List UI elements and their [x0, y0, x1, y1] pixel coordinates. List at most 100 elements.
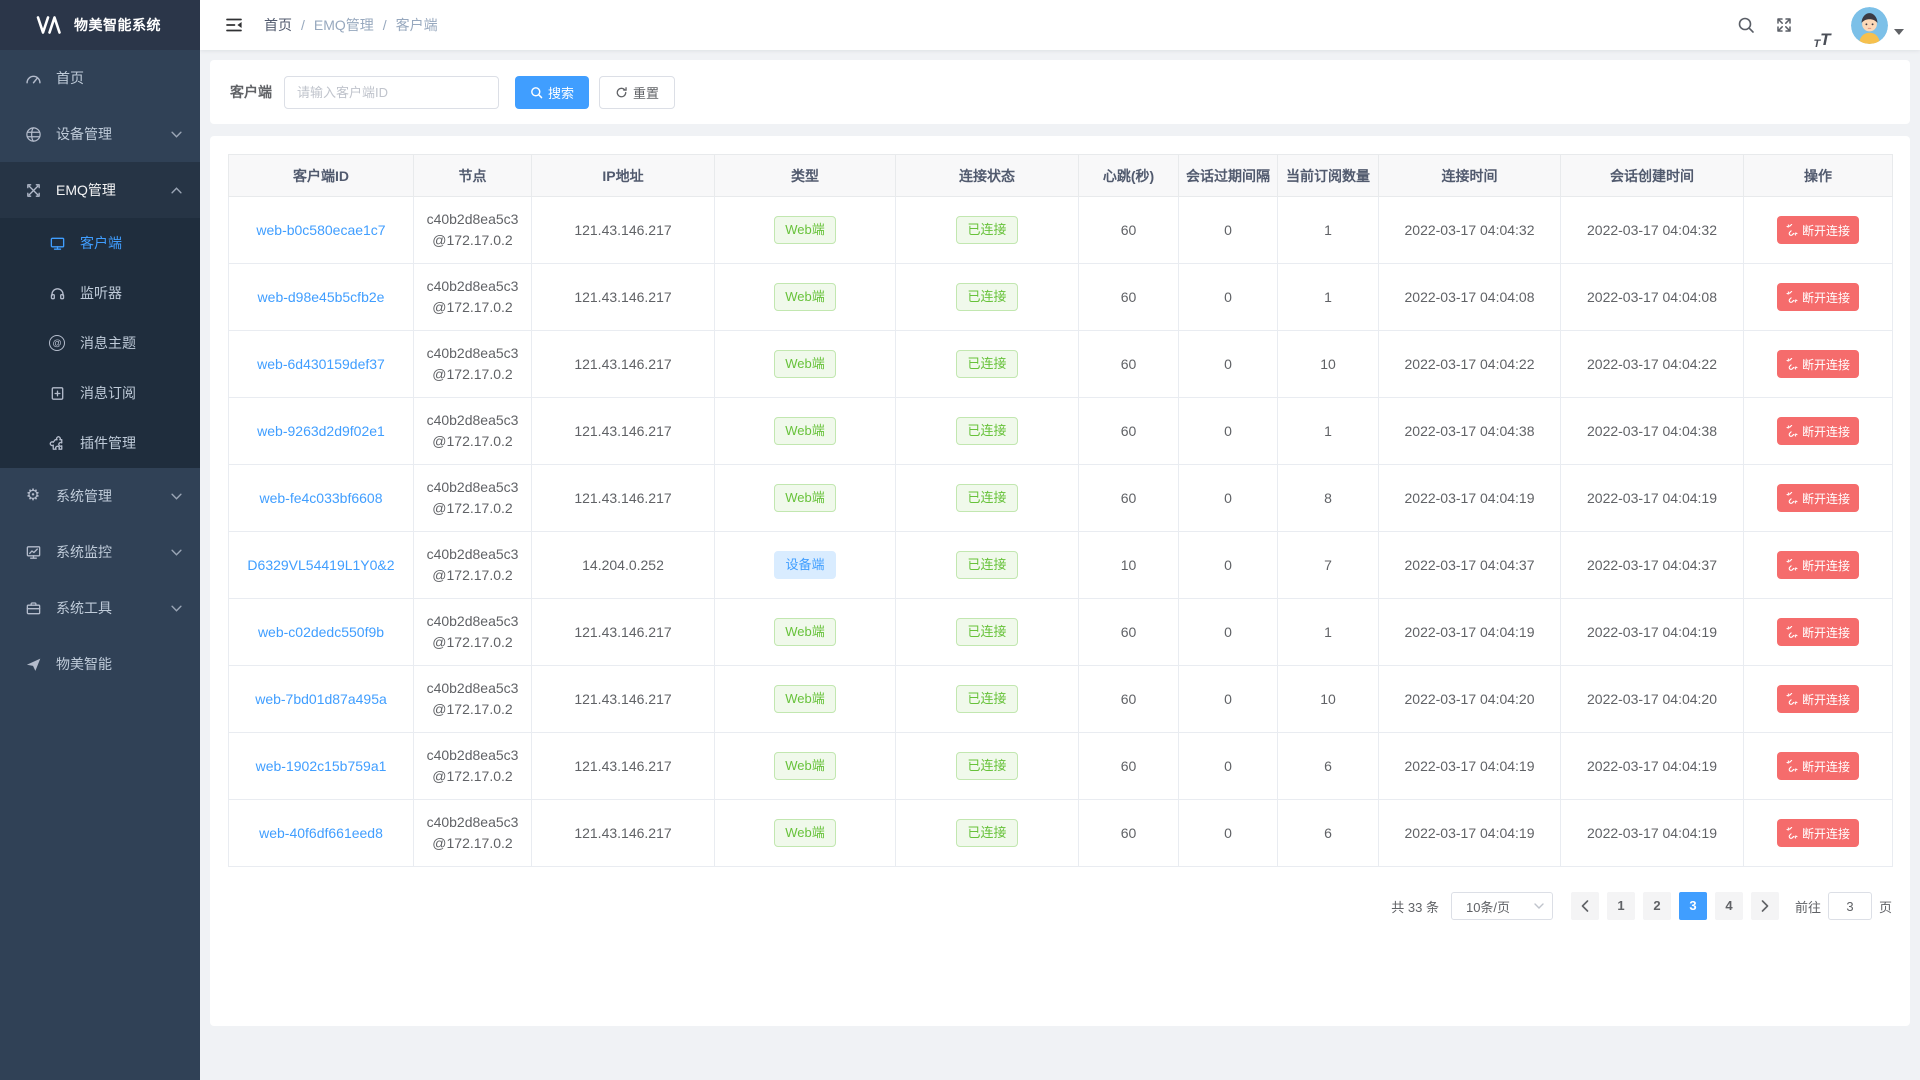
- breadcrumb-current: 客户端: [396, 15, 438, 35]
- ip-cell: 121.43.146.217: [532, 331, 715, 398]
- session-create-time-cell: 2022-03-17 04:04:38: [1561, 398, 1744, 465]
- sidebar-item-system-monitor[interactable]: 系统监控: [0, 524, 200, 580]
- type-tag: Web端: [774, 819, 836, 847]
- client-monitor-icon: [48, 234, 66, 252]
- table-row: web-7bd01d87a495a c40b2d8ea5c3 @172.17.0…: [229, 666, 1893, 733]
- disconnect-button[interactable]: 断开连接: [1777, 283, 1859, 311]
- ip-cell: 121.43.146.217: [532, 264, 715, 331]
- disconnect-button[interactable]: 断开连接: [1777, 484, 1859, 512]
- type-tag: Web端: [774, 752, 836, 780]
- disconnect-button[interactable]: 断开连接: [1777, 350, 1859, 378]
- node-name: c40b2d8ea5c3: [420, 611, 525, 632]
- app-logo: 物美智能系统: [0, 0, 200, 50]
- subscriptions-cell: 1: [1278, 197, 1379, 264]
- connect-time-cell: 2022-03-17 04:04:22: [1379, 331, 1561, 398]
- sidebar-collapse-icon[interactable]: [216, 7, 252, 43]
- sidebar-item-system-management[interactable]: ⚙ 系统管理: [0, 468, 200, 524]
- avatar[interactable]: [1851, 7, 1888, 44]
- chevron-down-icon: [171, 131, 182, 138]
- reset-button[interactable]: 重置: [599, 76, 675, 109]
- sidebar-item-label: 消息订阅: [80, 383, 136, 403]
- client-id-link[interactable]: web-b0c580ecae1c7: [256, 222, 385, 238]
- heartbeat-cell: 60: [1079, 264, 1179, 331]
- fullscreen-icon[interactable]: [1765, 0, 1803, 50]
- client-id-link[interactable]: web-7bd01d87a495a: [255, 691, 387, 707]
- ip-cell: 121.43.146.217: [532, 465, 715, 532]
- session-create-time-cell: 2022-03-17 04:04:22: [1561, 331, 1744, 398]
- table-row: web-b0c580ecae1c7 c40b2d8ea5c3 @172.17.0…: [229, 197, 1893, 264]
- user-menu[interactable]: [1851, 7, 1904, 44]
- sidebar-item-system-tools[interactable]: 系统工具: [0, 580, 200, 636]
- client-id-link[interactable]: web-d98e45b5cfb2e: [258, 289, 385, 305]
- sidebar-item-plugin-management[interactable]: 插件管理: [0, 418, 200, 468]
- session-expiry-cell: 0: [1179, 733, 1278, 800]
- client-id-link[interactable]: web-6d430159def37: [257, 356, 385, 372]
- disconnect-button[interactable]: 断开连接: [1777, 216, 1859, 244]
- sidebar-item-label: 设备管理: [56, 124, 112, 144]
- client-id-link[interactable]: web-fe4c033bf6608: [260, 490, 383, 506]
- disconnect-button[interactable]: 断开连接: [1777, 618, 1859, 646]
- subscriptions-cell: 8: [1278, 465, 1379, 532]
- heartbeat-cell: 60: [1079, 465, 1179, 532]
- client-id-link[interactable]: web-9263d2d9f02e1: [257, 423, 385, 439]
- sidebar-item-emq-management[interactable]: EMQ管理: [0, 162, 200, 218]
- search-icon[interactable]: [1727, 0, 1765, 50]
- subscriptions-cell: 7: [1278, 532, 1379, 599]
- sidebar-item-message-topics[interactable]: @ 消息主题: [0, 318, 200, 368]
- page-button-3-active[interactable]: 3: [1679, 892, 1707, 920]
- col-type: 类型: [715, 155, 896, 197]
- subscriptions-cell: 1: [1278, 264, 1379, 331]
- pagination: 共 33 条 10条/页 1 2 3 4 前往 页: [228, 892, 1892, 920]
- col-ip: IP地址: [532, 155, 715, 197]
- top-navbar: 首页 / EMQ管理 / 客户端 TT: [200, 0, 1920, 50]
- col-session-create-time: 会话创建时间: [1561, 155, 1744, 197]
- goto-page-input[interactable]: [1828, 892, 1872, 920]
- node-name: c40b2d8ea5c3: [420, 745, 525, 766]
- table-row: web-fe4c033bf6608 c40b2d8ea5c3 @172.17.0…: [229, 465, 1893, 532]
- node-name: c40b2d8ea5c3: [420, 812, 525, 833]
- emq-icon: [24, 181, 42, 199]
- status-tag: 已连接: [956, 350, 1017, 378]
- sidebar-item-listeners[interactable]: 监听器: [0, 268, 200, 318]
- client-id-input[interactable]: [284, 76, 499, 109]
- main-content: 客户端 搜索 重置 客户端ID 节点: [200, 50, 1920, 1080]
- sidebar-item-message-subscriptions[interactable]: 消息订阅: [0, 368, 200, 418]
- next-page-button[interactable]: [1751, 892, 1779, 920]
- page-button-2[interactable]: 2: [1643, 892, 1671, 920]
- breadcrumb-home[interactable]: 首页: [264, 15, 292, 35]
- session-expiry-cell: 0: [1179, 800, 1278, 867]
- sidebar-item-clients[interactable]: 客户端: [0, 218, 200, 268]
- type-tag: 设备端: [774, 551, 835, 579]
- disconnect-button[interactable]: 断开连接: [1777, 551, 1859, 579]
- client-id-link[interactable]: web-c02dedc550f9b: [258, 624, 384, 640]
- disconnect-button[interactable]: 断开连接: [1777, 819, 1859, 847]
- breadcrumb: 首页 / EMQ管理 / 客户端: [264, 15, 438, 35]
- client-id-link[interactable]: web-1902c15b759a1: [256, 758, 387, 774]
- sidebar-item-label: 监听器: [80, 283, 122, 303]
- logo-icon: [36, 16, 62, 34]
- prev-page-button[interactable]: [1571, 892, 1599, 920]
- session-create-time-cell: 2022-03-17 04:04:19: [1561, 733, 1744, 800]
- session-expiry-cell: 0: [1179, 532, 1278, 599]
- client-id-link[interactable]: web-40f6df661eed8: [259, 825, 383, 841]
- at-icon: @: [48, 334, 66, 352]
- page-size-select[interactable]: 10条/页: [1451, 892, 1553, 920]
- goto-label: 前往: [1795, 897, 1821, 916]
- sidebar-item-label: 客户端: [80, 233, 122, 253]
- font-size-icon[interactable]: TT: [1803, 0, 1841, 50]
- node-address: @172.17.0.2: [420, 699, 525, 720]
- search-button[interactable]: 搜索: [515, 76, 589, 109]
- heartbeat-cell: 60: [1079, 800, 1179, 867]
- disconnect-button[interactable]: 断开连接: [1777, 417, 1859, 445]
- disconnect-button[interactable]: 断开连接: [1777, 752, 1859, 780]
- page-button-4[interactable]: 4: [1715, 892, 1743, 920]
- table-row: web-1902c15b759a1 c40b2d8ea5c3 @172.17.0…: [229, 733, 1893, 800]
- sidebar-item-device-management[interactable]: 设备管理: [0, 106, 200, 162]
- sidebar-item-wumei-smart[interactable]: 物美智能: [0, 636, 200, 692]
- client-id-link[interactable]: D6329VL54419L1Y0&2: [247, 557, 394, 573]
- disconnect-button[interactable]: 断开连接: [1777, 685, 1859, 713]
- page-button-1[interactable]: 1: [1607, 892, 1635, 920]
- sidebar-item-home[interactable]: 首页: [0, 50, 200, 106]
- node-name: c40b2d8ea5c3: [420, 209, 525, 230]
- heartbeat-cell: 60: [1079, 666, 1179, 733]
